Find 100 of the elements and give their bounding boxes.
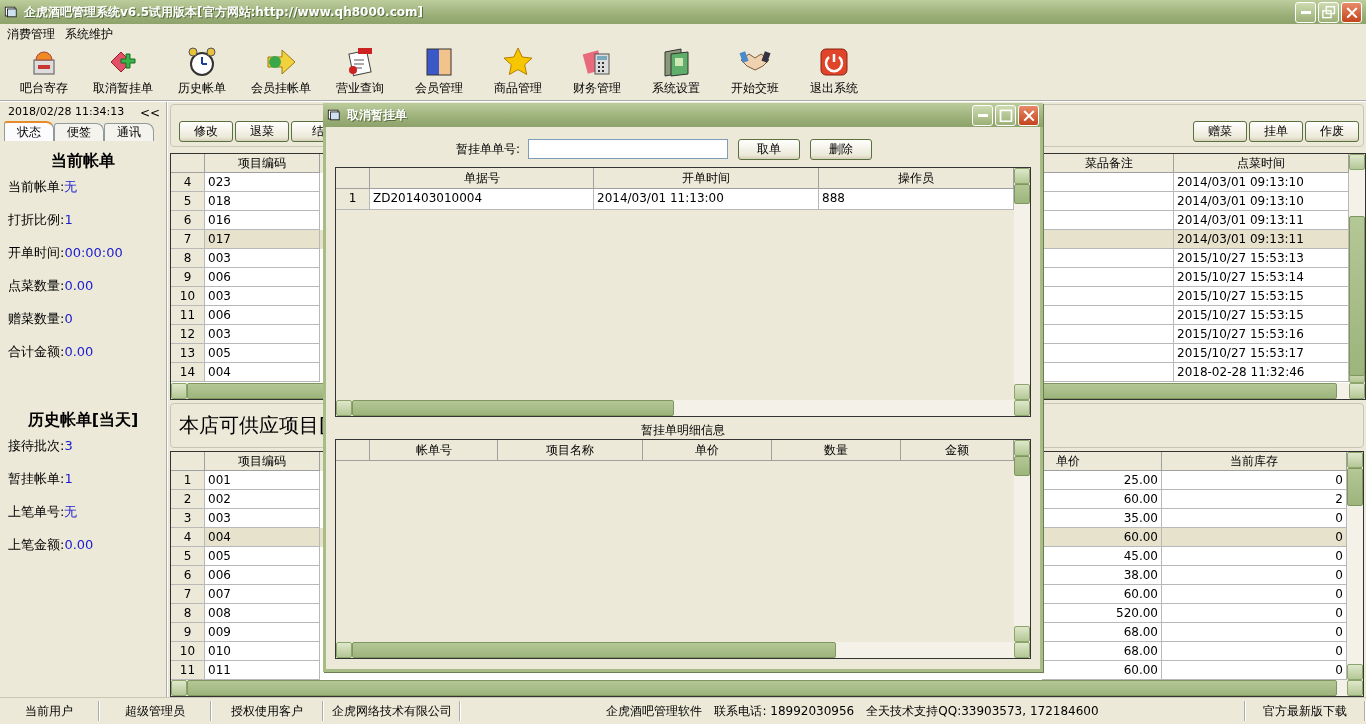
status-text: 企虎酒吧管理软件 xyxy=(606,702,703,720)
close-button[interactable] xyxy=(1341,1,1362,23)
table-cell: 2014/03/01 09:13:11 xyxy=(1174,210,1349,230)
table-cell: 2015/10/27 15:53:17 xyxy=(1174,343,1349,363)
minimize-button[interactable] xyxy=(1295,1,1316,23)
toolbar-button[interactable]: 财务管理 xyxy=(557,44,636,98)
table-cell: 0 xyxy=(1162,509,1347,528)
column-header[interactable]: 当前库存 xyxy=(1162,452,1347,471)
alarm-clock-icon xyxy=(185,46,218,78)
scrollbar[interactable] xyxy=(336,400,1030,416)
toolbar-button[interactable]: 会员挂帐单 xyxy=(241,44,320,98)
close-button[interactable] xyxy=(1018,104,1039,126)
action-button[interactable]: 删除 xyxy=(810,138,873,160)
row-header: 1 xyxy=(336,189,370,210)
arrow-icon xyxy=(264,46,297,78)
status-text: 企虎网络技术有限公司 xyxy=(331,702,452,720)
table-cell: 0 xyxy=(1162,566,1347,585)
header-corner xyxy=(171,153,205,173)
minimize-icon xyxy=(977,113,988,117)
tab[interactable]: 状态 xyxy=(4,121,54,141)
toolbar-button[interactable]: 吧台寄存 xyxy=(4,44,83,98)
status-text: 当前用户 xyxy=(25,702,73,720)
action-button[interactable]: 退菜 xyxy=(235,120,289,142)
status-text: 授权使用客户 xyxy=(231,702,303,720)
action-button[interactable]: 挂单 xyxy=(1249,120,1303,142)
status-text: 联系电话: 18992030956 xyxy=(714,702,855,720)
table-cell: 2014/03/01 09:13:10 xyxy=(1174,191,1349,211)
column-header[interactable]: 操作员 xyxy=(819,168,1014,189)
input-field[interactable] xyxy=(528,139,729,159)
info-field: 接待批次:3 xyxy=(8,437,166,455)
column-header[interactable]: 数量 xyxy=(772,440,901,461)
scrollbar[interactable] xyxy=(336,642,1030,658)
maximize-button[interactable] xyxy=(995,104,1016,126)
restore-button[interactable] xyxy=(1318,1,1339,23)
status-text: 官方最新版下载 xyxy=(1263,702,1347,720)
toolbar-button[interactable]: 开始交班 xyxy=(715,44,794,98)
table-cell: 2015/10/27 15:53:15 xyxy=(1174,305,1349,325)
minimize-button[interactable] xyxy=(972,104,993,126)
info-field: 当前帐单:无 xyxy=(8,178,166,196)
restore-icon xyxy=(1321,5,1336,19)
column-header[interactable]: 项目编码 xyxy=(205,452,320,471)
maximize-icon xyxy=(998,108,1013,122)
window-title: 取消暂挂单 xyxy=(347,106,408,124)
column-header[interactable]: 开单时间 xyxy=(594,168,819,189)
toolbar-button[interactable]: 取消暂挂单 xyxy=(83,44,162,98)
section-title: 历史帐单[当天] xyxy=(26,410,140,431)
toolbar-button[interactable]: 营业查询 xyxy=(320,44,399,98)
action-button[interactable]: 赠菜 xyxy=(1193,120,1247,142)
scrollbar[interactable] xyxy=(1347,452,1363,680)
close-icon xyxy=(1344,5,1359,19)
power-icon xyxy=(817,46,850,78)
tab[interactable]: 通讯 xyxy=(104,123,154,141)
table-cell: 2 xyxy=(1162,490,1347,509)
column-header[interactable]: 帐单号 xyxy=(370,440,498,461)
section-title: 当前帐单 xyxy=(50,151,116,172)
column-header[interactable]: 项目名称 xyxy=(498,440,643,461)
column-header[interactable]: 单据号 xyxy=(370,168,594,189)
table-cell: 0 xyxy=(1162,528,1347,547)
info-field: 赠菜数量:0 xyxy=(8,310,166,328)
table-cell: 2014/03/01 09:13:10 xyxy=(1174,172,1349,192)
toolbar-button[interactable]: 会员管理 xyxy=(399,44,478,98)
menu-item[interactable]: 系统维护 xyxy=(60,25,118,43)
column-header[interactable]: 点菜时间 xyxy=(1174,153,1349,173)
column-header[interactable]: 菜品备注 xyxy=(1044,153,1174,173)
table-cell: 0 xyxy=(1162,623,1347,642)
info-field: 合计金额:0.00 xyxy=(8,343,166,361)
scrollbar[interactable] xyxy=(1349,153,1365,384)
app-icon xyxy=(327,108,341,122)
table-cell: 0 xyxy=(1162,604,1347,623)
scrollbar[interactable] xyxy=(1014,168,1030,400)
toolbar-button[interactable]: 商品管理 xyxy=(478,44,557,98)
action-button[interactable]: 取单 xyxy=(738,138,801,160)
toolbar-button[interactable]: 系统设置 xyxy=(636,44,715,98)
table-cell: 2015/10/27 15:53:13 xyxy=(1174,248,1349,268)
header-corner xyxy=(336,168,370,189)
table-cell: 2015/10/27 15:53:14 xyxy=(1174,267,1349,287)
status-text: 全天技术支持QQ:33903573, 172184600 xyxy=(866,702,1099,720)
table-cell: 0 xyxy=(1162,585,1347,604)
table-cell: 0 xyxy=(1162,661,1347,680)
menu-item[interactable]: 消费管理 xyxy=(2,25,60,43)
toolbar-button[interactable]: 历史帐单 xyxy=(162,44,241,98)
column-header[interactable]: 单价 xyxy=(1042,452,1162,471)
info-field: 暂挂帐单:1 xyxy=(8,470,166,488)
column-header[interactable]: 单价 xyxy=(643,440,772,461)
column-header[interactable]: 项目编码 xyxy=(205,153,320,173)
info-field: 上笔单号:无 xyxy=(8,503,166,521)
action-button[interactable]: 作废 xyxy=(1305,120,1359,142)
action-button[interactable]: 修改 xyxy=(179,120,233,142)
close-icon xyxy=(1021,108,1036,122)
tab[interactable]: 便签 xyxy=(54,123,104,141)
info-field: 打折比例:1 xyxy=(8,211,166,229)
section-title: 暂挂单明细信息 xyxy=(640,422,726,439)
collapse-button[interactable]: << xyxy=(139,105,160,121)
minimize-icon xyxy=(1300,10,1311,14)
toolbar-button[interactable]: 退出系统 xyxy=(794,44,873,98)
window-title: 企虎酒吧管理系统v6.5试用版本[官方网站:http://www.qh8000.com] xyxy=(24,3,425,21)
column-header[interactable]: 金额 xyxy=(901,440,1014,461)
scrollbar[interactable] xyxy=(1014,440,1030,642)
table-cell: 0 xyxy=(1162,471,1347,490)
table-cell: 0 xyxy=(1162,547,1347,566)
